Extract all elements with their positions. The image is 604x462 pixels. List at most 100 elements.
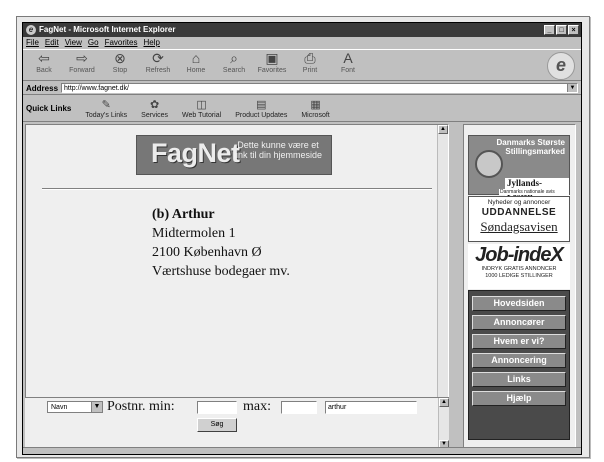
postnr-min-input[interactable]: [197, 401, 237, 414]
search-label: Search: [222, 67, 246, 74]
chevron-down-icon[interactable]: ▼: [91, 402, 102, 412]
title-bar: e FagNet - Microsoft Internet Explorer _…: [23, 23, 581, 37]
banner-tagline: Dette kunne være et link til din hjemmes…: [233, 140, 323, 160]
refresh-label: Refresh: [145, 67, 171, 74]
scroll-up-icon[interactable]: ▲: [439, 398, 449, 407]
scroll-up-icon[interactable]: ▲: [438, 125, 448, 134]
maximize-button[interactable]: □: [556, 25, 567, 35]
jp-subtitle: Danmarks nationale avis: [499, 189, 556, 195]
globe-icon: [475, 150, 503, 178]
web-tutorial-button[interactable]: ◫ Web Tutorial: [182, 99, 221, 119]
education-ad-mid: UDDANNELSE: [481, 207, 557, 218]
forward-arrow-icon: ⇨: [76, 50, 88, 66]
menu-edit[interactable]: Edit: [45, 37, 59, 48]
print-label: Print: [302, 67, 318, 74]
search-field-value: Navn: [51, 404, 68, 411]
favorites-label: Favorites: [257, 67, 287, 74]
address-bar: Address http://www.fagnet.dk/ ▼: [23, 82, 581, 95]
services-label: Services: [141, 111, 169, 119]
menu-help[interactable]: Help: [143, 37, 159, 48]
postnr-max-label: max:: [243, 399, 271, 414]
search-frame: Navn ▼ Postnr. min: max: arthur Søg ▲ ▼: [25, 397, 449, 449]
microsoft-button[interactable]: ▦ Microsoft: [301, 99, 329, 119]
listing-category: Værtshuse bodegaer mv.: [152, 264, 290, 279]
home-button[interactable]: ⌂ Home: [179, 50, 213, 80]
back-label: Back: [36, 67, 52, 74]
product-updates-label: Product Updates: [235, 111, 288, 119]
menu-view[interactable]: View: [65, 37, 82, 48]
todays-links-icon: ✎: [101, 98, 111, 111]
quick-links-bar: Quick Links ✎ Today's Links ✿ Services ◫ We…: [23, 96, 581, 122]
ie-throbber-icon: e: [547, 52, 575, 80]
jobindex-line1: INDRYK GRATIS ANNONCER: [481, 266, 557, 272]
nav-links[interactable]: Links: [472, 372, 566, 387]
sondagsavisen-logo: Søndagsavisen: [480, 219, 558, 234]
quick-links-label: Quick Links: [26, 104, 72, 113]
jobindex-logo: Job-indeX: [475, 244, 564, 266]
forward-label: Forward: [69, 67, 95, 74]
divider: [42, 188, 432, 190]
product-updates-icon: ▤: [256, 98, 267, 111]
nav-annoncering[interactable]: Annoncering: [472, 353, 566, 368]
sondagsavisen-ad[interactable]: Nyheder og annoncer UDDANNELSE Søndagsav…: [468, 196, 570, 242]
postnr-max-input[interactable]: [281, 401, 317, 414]
font-icon: A: [343, 50, 353, 66]
refresh-button[interactable]: ⟳ Refresh: [141, 50, 175, 80]
toolbar: ⇦ Back ⇨ Forward ⊗ Stop ⟳ Refresh ⌂ Home ⌕ Sea…: [23, 49, 581, 81]
education-ad-top: Nyheder og annoncer: [487, 199, 551, 206]
jobindex-line2: 1000 LEDIGE STILLINGER: [485, 273, 553, 279]
search-submit-button[interactable]: Søg: [197, 418, 237, 432]
jp-brand: Jyllands-Posten: [505, 178, 569, 198]
favorites-button[interactable]: ▣ Favorites: [255, 50, 289, 80]
todays-links-label: Today's Links: [85, 111, 128, 119]
right-sidebar: Danmarks Største Stillingsmarked Jylland…: [463, 124, 576, 449]
home-icon: ⌂: [191, 50, 201, 66]
web-tutorial-label: Web Tutorial: [182, 111, 222, 119]
fagnet-banner[interactable]: FagNet Dette kunne være et link til din …: [136, 135, 332, 175]
menu-go[interactable]: Go: [88, 37, 99, 48]
listing-name: (b) Arthur: [152, 207, 215, 222]
stop-label: Stop: [112, 67, 128, 74]
search-icon: ⌕: [230, 50, 238, 66]
menu-file[interactable]: File: [26, 37, 39, 48]
services-button[interactable]: ✿ Services: [141, 99, 168, 119]
microsoft-label: Microsoft: [301, 111, 330, 119]
print-button[interactable]: ⎙ Print: [293, 50, 327, 80]
back-button[interactable]: ⇦ Back: [27, 50, 61, 80]
nav-hjaelp[interactable]: Hjælp: [472, 391, 566, 406]
back-arrow-icon: ⇦: [38, 50, 50, 66]
stop-button[interactable]: ⊗ Stop: [103, 50, 137, 80]
menu-bar: File Edit View Go Favorites Help: [23, 37, 581, 48]
window-controls: _ □ ×: [544, 25, 579, 35]
forward-button[interactable]: ⇨ Forward: [65, 50, 99, 80]
product-updates-button[interactable]: ▤ Product Updates: [235, 99, 287, 119]
listing-street: Midtermolen 1: [152, 226, 236, 241]
address-url: http://www.fagnet.dk/: [64, 85, 129, 92]
microsoft-icon: ▦: [310, 98, 321, 111]
chevron-down-icon[interactable]: ▼: [567, 84, 577, 92]
favorites-icon: ▣: [265, 50, 279, 66]
web-tutorial-icon: ◫: [196, 98, 207, 111]
minimize-button[interactable]: _: [544, 25, 555, 35]
jobindex-ad[interactable]: Job-indeX INDRYK GRATIS ANNONCER 1000 LE…: [468, 244, 570, 289]
window-title: FagNet - Microsoft Internet Explorer: [39, 25, 176, 34]
nav-annoncorer[interactable]: Annoncører: [472, 315, 566, 330]
fagnet-logo: FagNet: [151, 138, 240, 168]
nav-hvem-er-vi[interactable]: Hvem er vi?: [472, 334, 566, 349]
nav-hovedsiden[interactable]: Hovedsiden: [472, 296, 566, 311]
refresh-icon: ⟳: [152, 50, 164, 66]
search-query-input[interactable]: arthur: [325, 401, 417, 414]
search-button[interactable]: ⌕ Search: [217, 50, 251, 80]
search-field-select[interactable]: Navn ▼: [47, 401, 103, 413]
postnr-min-label: Postnr. min:: [107, 399, 175, 414]
address-input[interactable]: http://www.fagnet.dk/ ▼: [61, 83, 578, 93]
todays-links-button[interactable]: ✎ Today's Links: [85, 99, 127, 119]
search-scrollbar[interactable]: ▲ ▼: [438, 398, 449, 449]
font-button[interactable]: A Font: [331, 50, 365, 80]
browser-window: e FagNet - Microsoft Internet Explorer _…: [22, 22, 582, 455]
stop-icon: ⊗: [114, 50, 126, 66]
close-button[interactable]: ×: [568, 25, 579, 35]
menu-favorites[interactable]: Favorites: [105, 37, 138, 48]
jyllands-posten-ad[interactable]: Danmarks Største Stillingsmarked Jylland…: [468, 135, 570, 198]
home-label: Home: [186, 67, 206, 74]
